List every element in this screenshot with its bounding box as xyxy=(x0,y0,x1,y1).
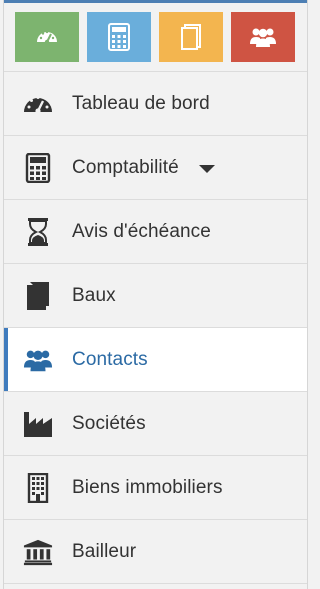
leases-shortcut-button[interactable] xyxy=(159,12,223,62)
menu-item-label: Contacts xyxy=(72,348,148,370)
menu-item-dashboard[interactable]: Tableau de bord xyxy=(4,72,307,136)
book-icon xyxy=(181,24,201,50)
accounting-shortcut-button[interactable] xyxy=(87,12,151,62)
calculator-icon xyxy=(23,152,53,183)
contacts-shortcut-button[interactable] xyxy=(231,12,295,62)
menu-item-companies[interactable]: Sociétés xyxy=(4,392,307,456)
menu-item-label: Bailleur xyxy=(72,540,137,562)
users-icon xyxy=(250,28,276,47)
caret-down-icon[interactable] xyxy=(198,165,215,173)
menu-item-accounting[interactable]: Comptabilité xyxy=(4,136,307,200)
calculator-icon xyxy=(108,23,130,51)
menu-item-properties[interactable]: Biens immobiliers xyxy=(4,456,307,520)
users-icon xyxy=(23,345,53,375)
sidebar: Tableau de bord Comptabilité Avis d'éché… xyxy=(3,0,308,589)
menu-item-due-notices[interactable]: Avis d'échéance xyxy=(4,200,307,264)
book-icon xyxy=(23,281,53,311)
gauge-icon xyxy=(37,30,57,45)
gauge-icon xyxy=(23,89,53,119)
menu-item-label: Biens immobiliers xyxy=(72,476,223,498)
bank-icon xyxy=(23,537,53,567)
menu-item-leases[interactable]: Baux xyxy=(4,264,307,328)
main-menu: Tableau de bord Comptabilité Avis d'éché… xyxy=(4,72,307,584)
top-accent-line xyxy=(4,0,307,3)
menu-item-landlord[interactable]: Bailleur xyxy=(4,520,307,584)
dashboard-shortcut-button[interactable] xyxy=(15,12,79,62)
hourglass-icon xyxy=(23,217,53,247)
shortcut-bar xyxy=(4,0,307,72)
menu-item-label: Tableau de bord xyxy=(72,92,210,114)
menu-item-label: Sociétés xyxy=(72,412,146,434)
menu-item-label: Comptabilité xyxy=(72,156,179,178)
factory-icon xyxy=(23,409,53,439)
menu-item-label: Avis d'échéance xyxy=(72,220,211,242)
building-icon xyxy=(23,472,53,503)
menu-item-contacts[interactable]: Contacts xyxy=(4,328,307,392)
menu-item-label: Baux xyxy=(72,284,116,306)
